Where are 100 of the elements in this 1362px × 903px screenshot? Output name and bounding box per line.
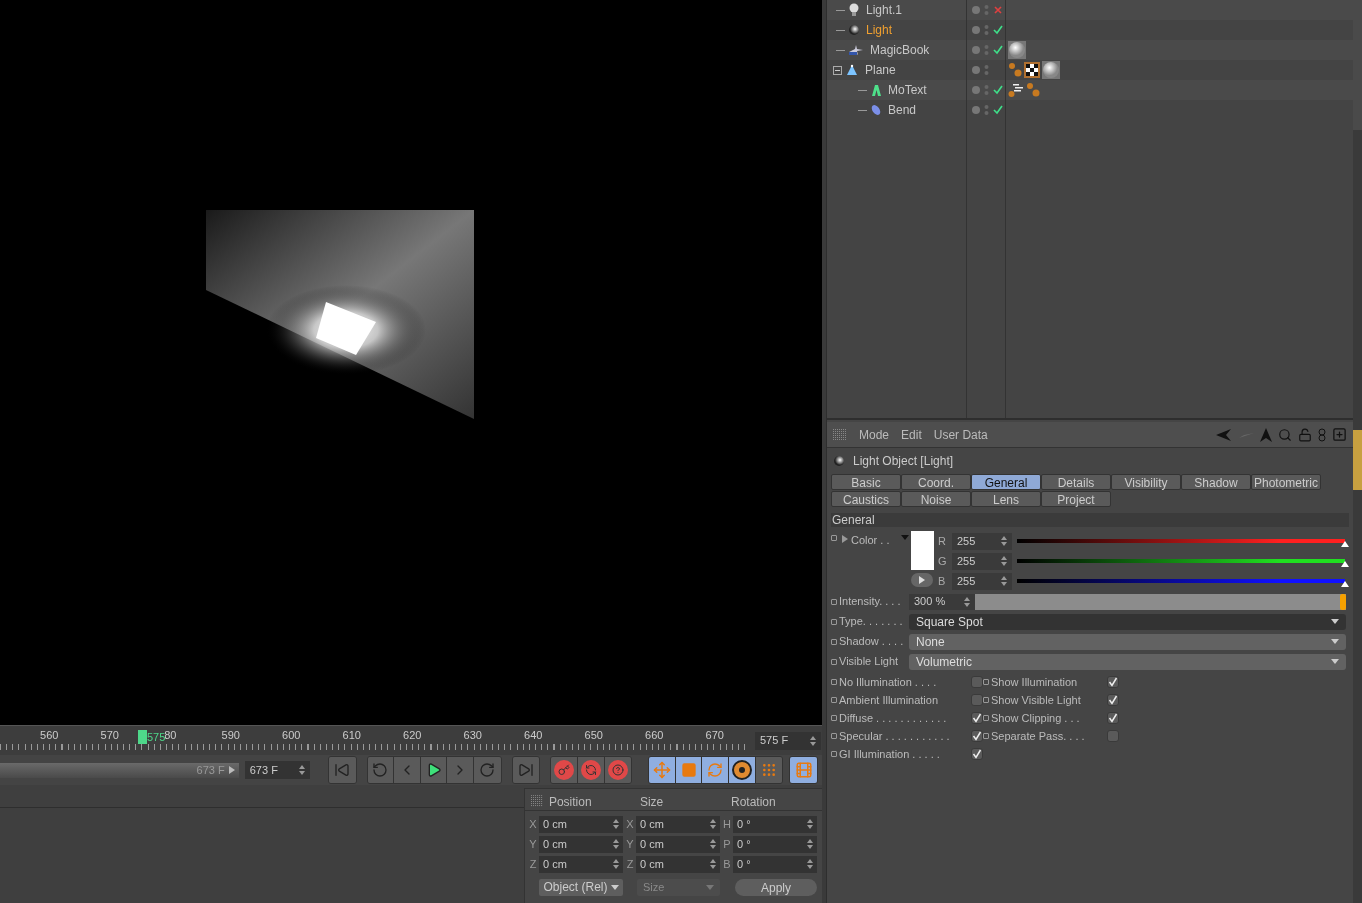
coordinate-field[interactable]: 0 cm — [539, 835, 623, 853]
checkbox[interactable] — [971, 694, 983, 706]
new-panel-icon[interactable] — [1332, 427, 1347, 442]
spinner-arrows-icon[interactable] — [964, 596, 970, 607]
mode-dropdown[interactable]: Object (Rel) — [539, 878, 623, 896]
layer-dots-icon[interactable] — [984, 24, 989, 36]
spinner-arrows-icon[interactable] — [613, 859, 619, 869]
number-field[interactable]: 300 % — [909, 593, 975, 610]
coordinate-field[interactable]: 0 cm — [539, 815, 623, 833]
spinner-arrows-icon[interactable] — [807, 859, 813, 869]
playhead-marker[interactable] — [138, 730, 147, 744]
spinner-arrows-icon[interactable] — [613, 839, 619, 849]
menu-item[interactable]: Mode — [859, 425, 890, 444]
checkbox[interactable] — [1107, 676, 1119, 688]
spinner-arrows-icon[interactable] — [807, 819, 813, 829]
check-icon[interactable] — [993, 25, 1003, 35]
lines-icon[interactable] — [1008, 82, 1024, 98]
spinner-arrows-icon[interactable] — [807, 839, 813, 849]
go-to-end-button[interactable] — [512, 757, 540, 783]
spinner-arrows-icon[interactable] — [710, 859, 716, 869]
tab[interactable]: Details — [1041, 474, 1111, 490]
tab[interactable]: Basic — [831, 474, 901, 490]
tab[interactable]: Shadow — [1181, 474, 1251, 490]
number-field[interactable]: 255 — [952, 552, 1012, 570]
scale-button[interactable] — [675, 757, 703, 783]
apply-button[interactable]: Apply — [735, 878, 817, 896]
frame-field[interactable]: 575 F — [755, 731, 821, 750]
previous-key-button[interactable] — [367, 757, 395, 783]
spinner-arrows-icon[interactable] — [1001, 576, 1007, 586]
object-name[interactable]: Bend — [888, 101, 917, 119]
grid-points-button[interactable] — [755, 757, 783, 783]
collapse-toggle[interactable] — [833, 65, 842, 75]
up-arrow-icon[interactable] — [1260, 427, 1272, 442]
lock-icon[interactable] — [1298, 427, 1312, 442]
check-icon[interactable] — [993, 45, 1003, 55]
tab[interactable]: Photometric — [1251, 474, 1321, 490]
coordinate-field[interactable]: 0 ° — [733, 815, 817, 833]
move-button[interactable] — [649, 757, 676, 783]
layer-dots-icon[interactable] — [984, 44, 989, 56]
tab[interactable]: Caustics — [831, 491, 901, 507]
tab[interactable]: Coord. — [901, 474, 971, 490]
layer-dots-icon[interactable] — [984, 104, 989, 116]
check-icon[interactable] — [993, 105, 1003, 115]
back-arrow-icon[interactable] — [1216, 428, 1232, 441]
coordinate-field[interactable]: 0 cm — [636, 815, 720, 833]
autokey-button[interactable] — [578, 757, 605, 783]
menu-item[interactable]: Edit — [901, 425, 922, 444]
dots-icon[interactable] — [1026, 82, 1040, 98]
object-name[interactable]: Light — [866, 21, 893, 39]
parameter-button[interactable] — [729, 757, 756, 783]
help-button[interactable] — [604, 757, 632, 783]
coordinate-field[interactable]: 0 cm — [539, 855, 623, 873]
sphere-icon[interactable] — [1008, 41, 1026, 59]
dropdown[interactable]: None — [909, 633, 1346, 650]
check-icon[interactable] — [993, 85, 1003, 95]
play-round-button[interactable] — [911, 573, 933, 587]
record-key-button[interactable] — [551, 757, 578, 783]
number-field[interactable]: 255 — [952, 532, 1012, 550]
spinner-arrows-icon[interactable] — [810, 735, 816, 746]
checkbox[interactable] — [1107, 694, 1119, 706]
menu-item[interactable]: User Data — [933, 425, 988, 444]
checkbox[interactable] — [971, 748, 983, 760]
tab[interactable]: Lens — [971, 491, 1041, 507]
end-frame-field[interactable]: 673 F — [244, 761, 310, 779]
next-key-button[interactable] — [474, 757, 501, 783]
coordinate-field[interactable]: 0 cm — [636, 835, 720, 853]
intensity-slider[interactable] — [975, 593, 1346, 610]
coordinate-field[interactable]: 0 ° — [733, 855, 817, 873]
spinner-arrows-icon[interactable] — [613, 819, 619, 829]
checkbox[interactable] — [1107, 730, 1119, 742]
color-swatch[interactable] — [910, 531, 934, 570]
object-name[interactable]: Plane — [865, 61, 896, 79]
coordinate-field[interactable]: 0 cm — [636, 855, 720, 873]
slider-thumb[interactable] — [1340, 593, 1346, 610]
number-field[interactable]: 255 — [952, 572, 1012, 590]
tab[interactable]: General — [971, 474, 1041, 490]
play-button[interactable] — [420, 757, 448, 783]
layer-dots-icon[interactable] — [984, 84, 989, 96]
spinner-arrows-icon[interactable] — [710, 839, 716, 849]
cross-icon[interactable] — [993, 5, 1003, 15]
dots-icon[interactable] — [1008, 62, 1022, 78]
go-to-start-button[interactable] — [328, 757, 356, 783]
circles-icon[interactable] — [1318, 427, 1326, 442]
checkbox[interactable] — [1107, 712, 1119, 724]
layer-dots-icon[interactable] — [984, 64, 989, 76]
rotate-button[interactable] — [702, 757, 730, 783]
dropdown[interactable]: Volumetric — [909, 653, 1346, 670]
spinner-arrows-icon[interactable] — [710, 819, 716, 829]
checker-icon[interactable] — [1024, 62, 1040, 78]
layer-dots-icon[interactable] — [984, 4, 989, 16]
spinner-arrows-icon[interactable] — [1001, 556, 1007, 566]
spinner-arrows-icon[interactable] — [1001, 536, 1007, 546]
tab[interactable]: Project — [1041, 491, 1111, 507]
object-name[interactable]: Light.1 — [866, 1, 903, 19]
checkbox[interactable] — [971, 676, 983, 688]
tab[interactable]: Visibility — [1111, 474, 1181, 490]
grip-icon[interactable] — [531, 794, 543, 807]
object-name[interactable]: MagicBook — [870, 41, 930, 59]
search-icon[interactable] — [1278, 427, 1292, 442]
checkbox[interactable] — [971, 712, 983, 724]
